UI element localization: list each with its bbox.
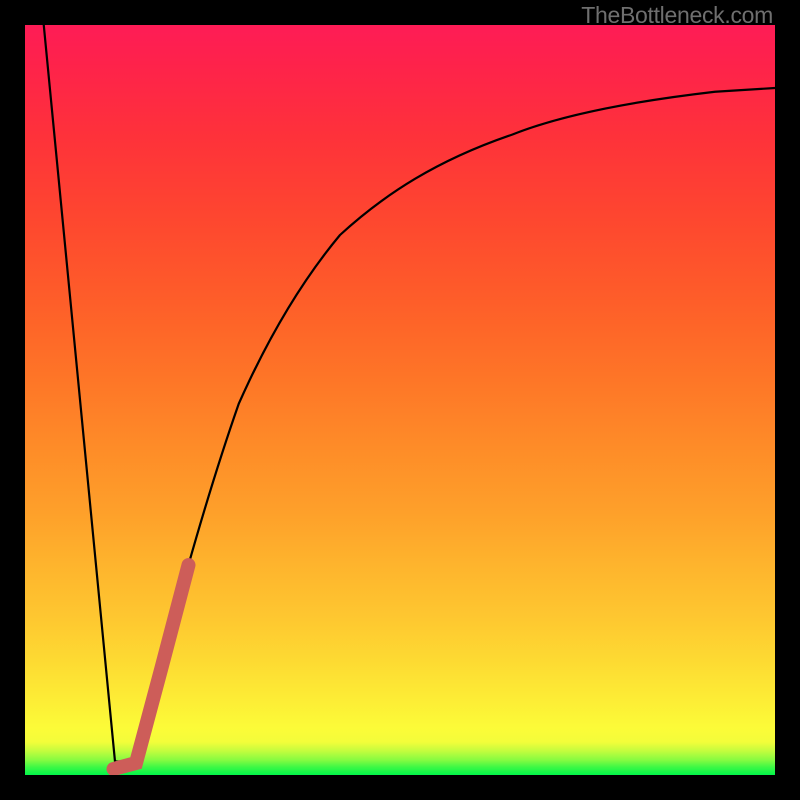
bottleneck-curve [44, 25, 775, 762]
chart-svg [25, 25, 775, 775]
highlight-segment [114, 565, 189, 769]
chart-frame: TheBottleneck.com [0, 0, 800, 800]
watermark-text: TheBottleneck.com [581, 2, 773, 29]
